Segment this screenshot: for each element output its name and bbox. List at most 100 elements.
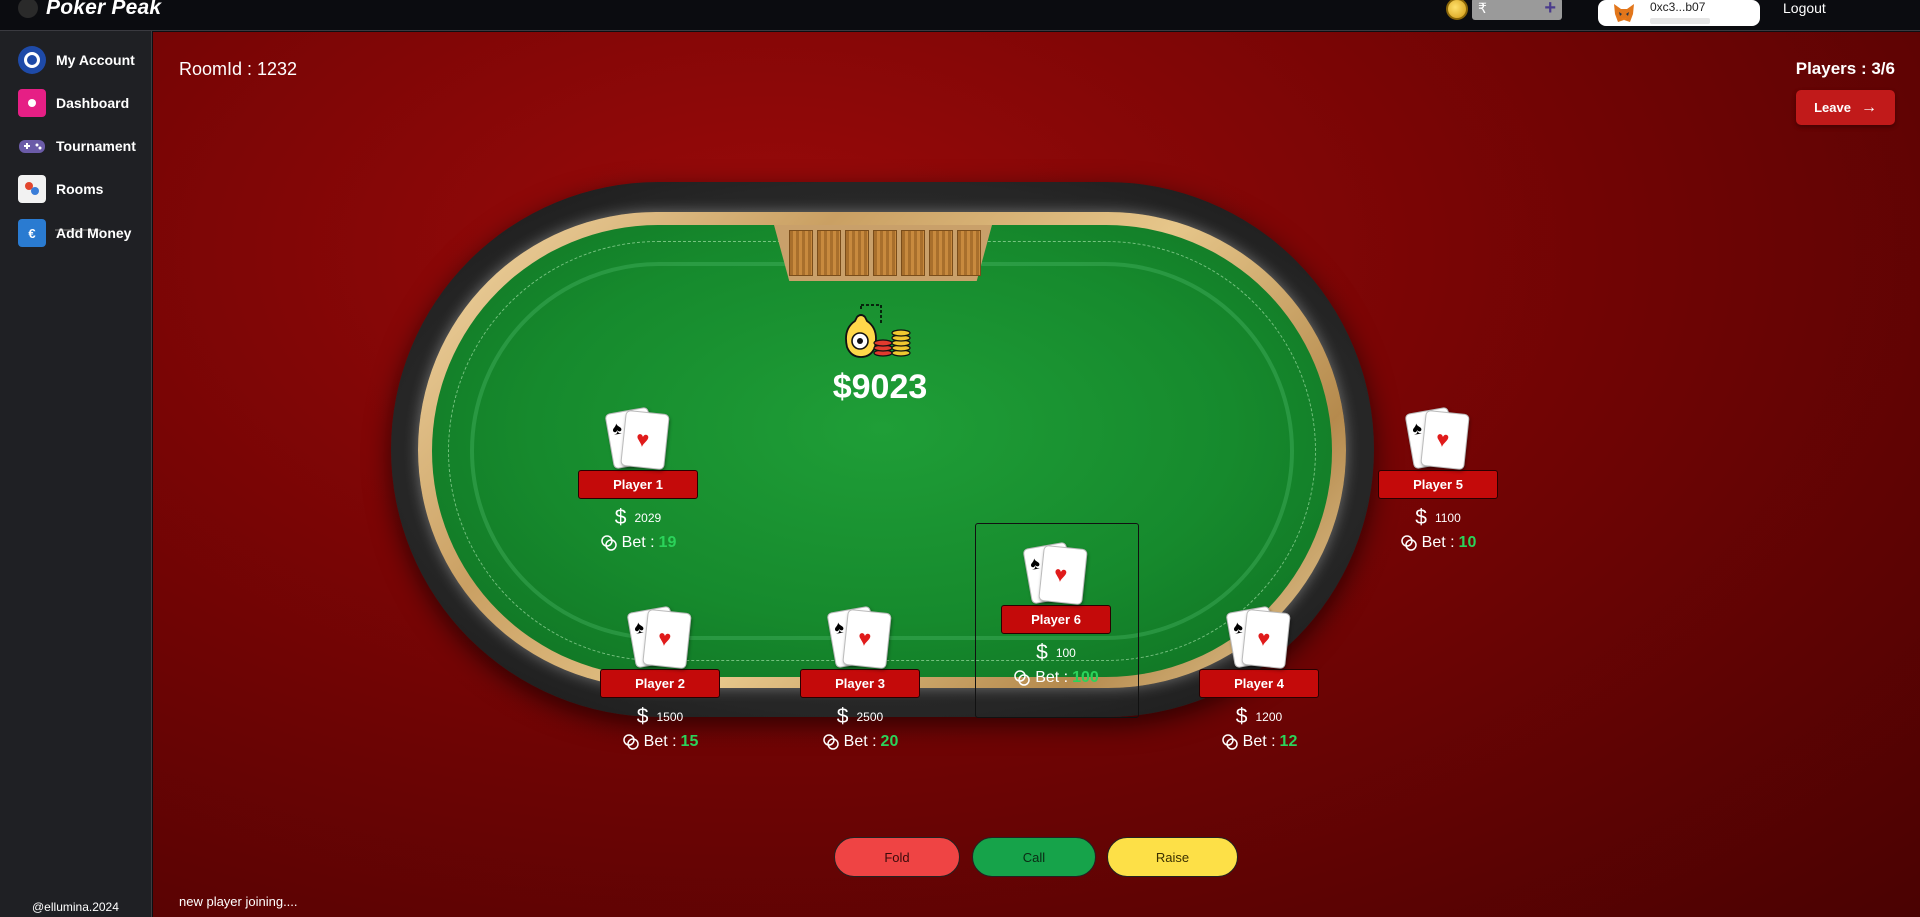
sidebar-item-my-account[interactable]: My Account [18, 46, 135, 74]
player-chips: $ 2029 [573, 507, 703, 528]
sidebar-item-label: Rooms [56, 181, 104, 197]
player-bet: Bet : 10 [1373, 534, 1503, 552]
player-bet: Bet : 19 [573, 534, 703, 552]
bet-value: 15 [680, 733, 699, 750]
copyright-text: @ellumina.2024 [32, 900, 119, 914]
seat-player-4[interactable]: ♠ ♥ Player 4 $ 1200 Bet : 12 [1194, 605, 1324, 751]
dollar-icon: $ [1415, 506, 1427, 529]
card: ♥ [842, 608, 892, 670]
rooms-icon [18, 175, 46, 203]
card: ♥ [1241, 608, 1291, 670]
bet-label: Bet : [843, 733, 877, 750]
rupee-symbol: ₹ [1478, 0, 1487, 16]
player-chips: $ 2500 [795, 706, 925, 727]
balance-widget: ₹ + [1446, 0, 1562, 20]
wallet-address: 0xc3...b07 [1650, 0, 1706, 14]
balance-box: ₹ + [1472, 0, 1562, 20]
bet-label: Bet : [1242, 733, 1276, 750]
player-bet: Bet : 12 [1194, 733, 1324, 751]
dollar-icon: $ [1036, 641, 1048, 664]
chips-value: 1200 [1255, 709, 1283, 724]
top-bar: Poker Peak ₹ + 0xc3...b07 Logout [0, 0, 1920, 31]
sidebar-item-rooms[interactable]: Rooms [18, 175, 103, 203]
player-name: Player 1 [578, 470, 698, 499]
spade-icon: ♠ [1231, 616, 1245, 638]
player-name: Player 2 [600, 669, 720, 698]
player-name: Player 5 [1378, 470, 1498, 499]
player-bet: Bet : 20 [795, 733, 925, 751]
dashboard-icon [18, 89, 46, 117]
chips-value: 1500 [656, 709, 684, 724]
coins-icon [822, 734, 839, 750]
card: ♥ [1038, 544, 1088, 606]
account-icon [18, 46, 46, 74]
status-message: new player joining.... [179, 894, 298, 909]
players-count: Players : 3/6 [1795, 59, 1895, 78]
coins-icon [1400, 535, 1417, 551]
sidebar-item-label: Tournament [56, 138, 136, 154]
gamepad-icon [18, 132, 46, 160]
bet-value: 20 [880, 733, 899, 750]
hole-cards: ♠ ♥ [1403, 406, 1473, 471]
hole-cards: ♠ ♥ [603, 406, 673, 471]
player-bet: Bet : 15 [595, 733, 725, 751]
bet-value: 10 [1458, 534, 1477, 551]
add-funds-button[interactable]: + [1544, 0, 1556, 20]
bet-label: Bet : [1421, 534, 1455, 551]
sidebar-item-label: Dashboard [56, 95, 130, 111]
raise-button[interactable]: Raise [1107, 837, 1238, 877]
hole-cards: ♠ ♥ [1021, 541, 1091, 606]
player-chips: $ 1100 [1373, 507, 1503, 528]
heart-icon: ♥ [856, 625, 873, 652]
card: ♥ [620, 409, 670, 471]
seat-player-1[interactable]: ♠ ♥ Player 1 $ 2029 Bet : 19 [573, 406, 703, 552]
heart-icon: ♥ [1434, 426, 1451, 453]
bet-value: 19 [658, 534, 677, 551]
bet-label: Bet : [621, 534, 655, 551]
spade-icon: ♠ [832, 616, 846, 638]
chips-value: 2500 [856, 709, 884, 724]
dollar-icon: $ [1235, 705, 1248, 728]
chips-value: 100 [1055, 645, 1076, 660]
call-button[interactable]: Call [972, 837, 1096, 877]
pot-icon [845, 304, 911, 358]
sidebar-item-add-money[interactable]: € Add Money [18, 219, 131, 247]
heart-icon: ♥ [656, 625, 673, 652]
bet-value: 100 [1072, 669, 1099, 686]
sidebar-item-tournament[interactable]: Tournament [18, 132, 136, 160]
coins-icon [600, 535, 617, 551]
wallet-account-pill[interactable]: 0xc3...b07 [1598, 0, 1760, 26]
fold-button[interactable]: Fold [834, 837, 960, 877]
seat-player-3[interactable]: ♠ ♥ Player 3 $ 2500 Bet : 20 [795, 605, 925, 751]
player-chips: $ 1200 [1194, 706, 1324, 727]
heart-icon: ♥ [634, 426, 651, 453]
seat-player-2[interactable]: ♠ ♥ Player 2 $ 1500 Bet : 15 [595, 605, 725, 751]
card: ♥ [642, 608, 692, 670]
coins-icon [622, 734, 639, 750]
spade-icon: ♠ [1410, 417, 1424, 439]
address-underline [1650, 18, 1710, 24]
spade-icon: ♠ [632, 616, 646, 638]
player-name: Player 4 [1199, 669, 1319, 698]
brand[interactable]: Poker Peak [18, 0, 161, 20]
chips-value: 2029 [634, 510, 662, 525]
player-name: Player 3 [800, 669, 920, 698]
seat-player-6[interactable]: ♠ ♥ Player 6 $ 100 Bet : 100 [991, 541, 1121, 687]
logout-link[interactable]: Logout [1783, 0, 1826, 16]
leave-button[interactable]: Leave → [1796, 90, 1895, 125]
coin-icon [1446, 0, 1468, 20]
player-bet: Bet : 100 [991, 669, 1121, 687]
sidebar-item-dashboard[interactable]: Dashboard [18, 89, 129, 117]
hole-cards: ♠ ♥ [625, 605, 695, 670]
heart-icon: ♥ [1052, 561, 1069, 588]
player-chips: $ 1500 [595, 706, 725, 727]
bet-label: Bet : [643, 733, 677, 750]
card: ♥ [1420, 409, 1470, 471]
hole-cards: ♠ ♥ [825, 605, 895, 670]
room-id: RoomId : 1232 [179, 59, 298, 79]
heart-icon: ♥ [1255, 625, 1272, 652]
logo-icon [18, 0, 38, 18]
sidebar-item-label: My Account [56, 52, 135, 68]
seat-player-5[interactable]: ♠ ♥ Player 5 $ 1100 Bet : 10 [1373, 406, 1503, 552]
spade-icon: ♠ [1028, 552, 1042, 574]
